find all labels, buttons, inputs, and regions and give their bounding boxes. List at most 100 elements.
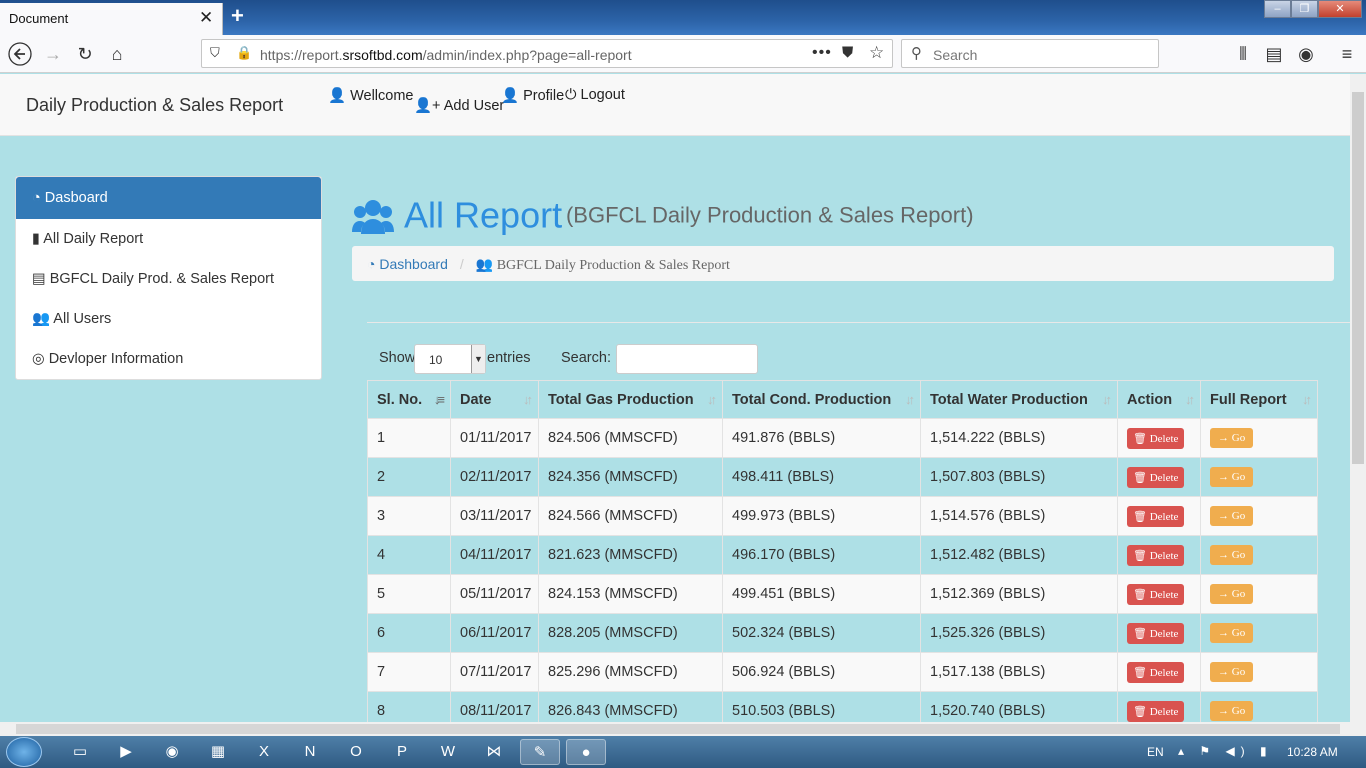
go-button[interactable]: → Go <box>1210 545 1254 565</box>
media-player-icon[interactable]: ▶ <box>106 739 146 765</box>
sort-icon: ↓↑ <box>707 392 717 407</box>
col-sl-no[interactable]: Sl. No. ↓≡ <box>367 380 451 419</box>
delete-button[interactable]: 🗑 Delete <box>1127 544 1185 566</box>
col-gas[interactable]: Total Gas Production ↓↑ <box>538 380 723 419</box>
delete-button[interactable]: 🗑 Delete <box>1127 505 1185 527</box>
power-icon: ⏻ <box>565 87 577 103</box>
visual-studio-icon[interactable]: ⋈ <box>474 739 514 765</box>
arrow-right-icon: → <box>1218 588 1229 600</box>
chrome-icon[interactable]: ◉ <box>152 739 192 765</box>
system-tray-icons[interactable]: ▴ ⚑ ◀) ▮ <box>1178 744 1273 758</box>
entries-select[interactable]: 10 ▼ <box>414 344 486 374</box>
users-icon: 👥 <box>475 258 494 273</box>
cell-gas: 826.843 (MMSCFD) <box>538 691 723 722</box>
go-button[interactable]: → Go <box>1210 584 1254 604</box>
sidebar-toggle-icon[interactable]: ▤ <box>1261 42 1287 66</box>
col-full-report[interactable]: Full Report ↓↑ <box>1200 380 1318 419</box>
url-bar[interactable]: ⛉ 🔒 https://report.srsoftbd.com/admin/in… <box>201 39 893 68</box>
page-actions-icon[interactable]: ••• <box>812 44 832 62</box>
clock[interactable]: 10:28 AM <box>1287 745 1338 759</box>
delete-button[interactable]: 🗑 Delete <box>1127 466 1185 488</box>
sidebar-item-developer-info[interactable]: ◎ Devloper Information <box>16 339 321 379</box>
start-button[interactable] <box>6 737 42 767</box>
user-icon: 👤 <box>328 88 347 104</box>
close-window-button[interactable]: ✕ <box>1318 0 1362 18</box>
sidebar-item-bgfcl-report[interactable]: ▤ BGFCL Daily Prod. & Sales Report <box>16 259 321 299</box>
go-button[interactable]: → Go <box>1210 701 1254 721</box>
forward-icon[interactable]: → <box>40 42 66 66</box>
explorer-icon[interactable]: ▭ <box>60 739 100 765</box>
delete-button[interactable]: 🗑 Delete <box>1127 583 1185 605</box>
delete-button[interactable]: 🗑 Delete <box>1127 622 1185 644</box>
sidebar-item-all-users[interactable]: 👥 All Users <box>16 299 321 339</box>
nav-profile[interactable]: 👤 Profile <box>501 87 564 104</box>
chevron-down-icon[interactable]: ▼ <box>471 345 485 373</box>
tab-close-icon[interactable]: ✕ <box>199 8 213 28</box>
sort-icon: ↓↑ <box>523 392 533 407</box>
users-icon <box>352 194 404 235</box>
excel-icon[interactable]: X <box>244 739 284 765</box>
go-button[interactable]: → Go <box>1210 662 1254 682</box>
back-icon[interactable] <box>7 42 33 66</box>
cell-gas: 824.566 (MMSCFD) <box>538 496 723 536</box>
file-icon: ▮ <box>32 231 40 247</box>
library-icon[interactable]: ⫴ <box>1230 42 1256 66</box>
table-controls: Show 10 ▼ entries Search: <box>379 344 1339 374</box>
sidebar-item-dashboard[interactable]: ◔ Dasboard <box>16 177 321 219</box>
vertical-scroll-thumb[interactable] <box>1352 92 1364 464</box>
browser-tab[interactable]: Document ✕ <box>0 3 223 35</box>
horizontal-scroll-thumb[interactable] <box>16 724 1340 734</box>
go-button[interactable]: → Go <box>1210 428 1254 448</box>
cell-full-report: → Go <box>1200 652 1318 692</box>
onenote-icon[interactable]: N <box>290 739 330 765</box>
menu-icon[interactable]: ≡ <box>1334 42 1360 66</box>
go-button[interactable]: → Go <box>1210 467 1254 487</box>
vertical-scrollbar[interactable] <box>1350 74 1366 722</box>
table-search-input[interactable] <box>616 344 758 374</box>
sidebar-item-all-daily-report[interactable]: ▮ All Daily Report <box>16 219 321 259</box>
breadcrumb-home[interactable]: ◔ Dashboard <box>367 256 448 272</box>
reload-icon[interactable]: ↻ <box>72 42 98 66</box>
col-action[interactable]: Action ↓↑ <box>1117 380 1201 419</box>
cell-water: 1,507.803 (BBLS) <box>920 457 1118 497</box>
col-cond[interactable]: Total Cond. Production ↓↑ <box>722 380 921 419</box>
nav-add-user[interactable]: 👤+ Add User <box>414 97 504 114</box>
cell-full-report: → Go <box>1200 457 1318 497</box>
maximize-button[interactable]: ❐ <box>1291 0 1318 18</box>
col-date[interactable]: Date ↓↑ <box>450 380 539 419</box>
report-table: Sl. No. ↓≡ Date ↓↑ Total Gas Production ↓↑ … <box>367 380 1318 722</box>
account-icon[interactable]: ◉ <box>1293 42 1319 66</box>
horizontal-scrollbar[interactable] <box>0 722 1366 736</box>
delete-button[interactable]: 🗑 Delete <box>1127 700 1185 722</box>
delete-button[interactable]: 🗑 Delete <box>1127 427 1185 449</box>
cell-sl: 6 <box>367 613 451 653</box>
delete-button[interactable]: 🗑 Delete <box>1127 661 1185 683</box>
cell-action: 🗑 Delete <box>1117 535 1201 575</box>
firefox-icon[interactable]: ● <box>566 739 606 765</box>
browser-search-bar[interactable]: ⚲ Search <box>901 39 1159 68</box>
tab-title: Document <box>9 11 69 26</box>
sort-icon: ↓↑ <box>1185 392 1195 407</box>
minimize-button[interactable]: – <box>1264 0 1291 18</box>
bookmark-star-icon[interactable]: ☆ <box>869 43 884 63</box>
go-button[interactable]: → Go <box>1210 623 1254 643</box>
home-icon[interactable]: ⌂ <box>104 42 130 66</box>
calculator-icon[interactable]: ▦ <box>198 739 238 765</box>
page-subtitle: (BGFCL Daily Production & Sales Report) <box>565 202 974 228</box>
paint-icon[interactable]: ✎ <box>520 739 560 765</box>
language-indicator[interactable]: EN <box>1147 745 1164 759</box>
nav-logout[interactable]: ⏻ Logout <box>565 87 625 103</box>
nav-wellcome[interactable]: 👤 Wellcome <box>328 87 413 104</box>
cell-water: 1,517.138 (BBLS) <box>920 652 1118 692</box>
powerpoint-icon[interactable]: P <box>382 739 422 765</box>
go-button[interactable]: → Go <box>1210 506 1254 526</box>
outlook-icon[interactable]: O <box>336 739 376 765</box>
word-icon[interactable]: W <box>428 739 468 765</box>
cell-action: 🗑 Delete <box>1117 652 1201 692</box>
new-tab-button[interactable]: + <box>231 3 244 29</box>
col-water[interactable]: Total Water Production ↓↑ <box>920 380 1118 419</box>
brand-title[interactable]: Daily Production & Sales Report <box>26 95 283 116</box>
pocket-icon[interactable]: ⛊ <box>842 44 853 61</box>
cell-action: 🗑 Delete <box>1117 418 1201 458</box>
cell-water: 1,514.222 (BBLS) <box>920 418 1118 458</box>
